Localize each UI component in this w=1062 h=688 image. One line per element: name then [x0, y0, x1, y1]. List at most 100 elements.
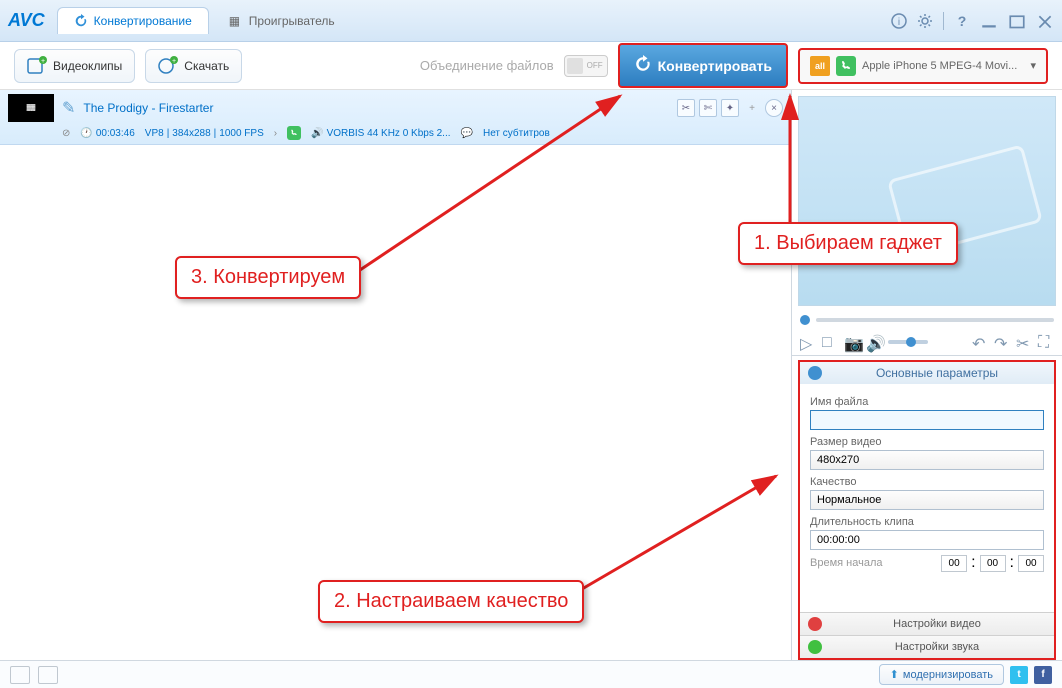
start-time-label: Время начала	[810, 557, 937, 569]
checkmark-icon: ⊘	[62, 128, 70, 139]
download-button[interactable]: + Скачать	[145, 49, 242, 83]
edit-icon[interactable]: ✎	[62, 98, 75, 118]
up-arrow-icon: ⬆	[890, 668, 899, 681]
size-select[interactable]: 480x270	[810, 450, 1044, 470]
upgrade-label: модернизировать	[903, 669, 993, 681]
list-icon[interactable]	[38, 666, 58, 684]
merge-label: Объединение файлов	[420, 58, 554, 73]
video-settings-icon	[808, 617, 822, 631]
maximize-button[interactable]	[1008, 14, 1026, 28]
phone-icon	[836, 56, 856, 76]
bottombar: ⬆ модернизировать t f	[0, 660, 1062, 688]
chevron-right-icon: ›	[274, 128, 277, 139]
volume-slider[interactable]	[888, 340, 928, 344]
rotate-right-icon[interactable]: ↷	[994, 334, 1010, 350]
quality-label: Качество	[810, 476, 1044, 488]
toolbar: + Видеоклипы + Скачать Объединение файло…	[0, 42, 1062, 90]
file-thumbnail: ▓▓	[8, 94, 54, 122]
callout-3: 3. Конвертируем	[175, 256, 361, 299]
videoclips-label: Видеоклипы	[53, 59, 122, 73]
audio-settings-row[interactable]: Настройки звука	[800, 635, 1054, 658]
playlist-icon[interactable]	[10, 666, 30, 684]
duration-label: Длительность клипа	[810, 516, 1044, 528]
film-plus-icon: +	[27, 56, 47, 76]
video-settings-label: Настройки видео	[828, 618, 1046, 630]
stop-icon[interactable]: □	[822, 334, 838, 350]
quality-select[interactable]: Нормальное	[810, 490, 1044, 510]
remove-icon[interactable]: ×	[765, 99, 783, 117]
audio-info: VORBIS 44 KHz 0 Kbps 2...	[327, 128, 451, 139]
add-icon[interactable]: +	[743, 99, 761, 117]
speech-icon: 💬	[461, 128, 473, 139]
cut-icon[interactable]: ✄	[699, 99, 717, 117]
slider-track[interactable]	[816, 318, 1054, 322]
globe-icon	[808, 366, 822, 380]
tab-player[interactable]: ▦ Проигрыватель	[213, 8, 351, 34]
convert-label: Конвертировать	[658, 58, 772, 74]
refresh-icon	[634, 55, 652, 76]
camera-icon[interactable]: 📷	[844, 334, 860, 350]
output-profile-selector[interactable]: all Apple iPhone 5 MPEG-4 Movi... ▾	[798, 48, 1048, 84]
file-row[interactable]: ▓▓ ✎ The Prodigy - Firestarter ✂ ✄ ✦ + ×…	[0, 90, 791, 145]
crop-icon[interactable]: ✂	[677, 99, 695, 117]
add-videoclips-button[interactable]: + Видеоклипы	[14, 49, 135, 83]
tab-convert-label: Конвертирование	[94, 14, 192, 28]
app-logo: AVC	[8, 10, 45, 31]
rotate-left-icon[interactable]: ↶	[972, 334, 988, 350]
upgrade-button[interactable]: ⬆ модернизировать	[879, 664, 1004, 685]
slider-handle[interactable]	[800, 315, 810, 325]
start-ss[interactable]	[1018, 555, 1044, 572]
video-resolution: 384x288	[172, 128, 210, 139]
effects-icon[interactable]: ✦	[721, 99, 739, 117]
volume-icon[interactable]: 🔊	[866, 334, 882, 350]
duration-input[interactable]	[810, 530, 1044, 550]
video-fps: 1000 FPS	[219, 128, 263, 139]
phone-icon	[287, 126, 301, 140]
params-title: Основные параметры	[828, 366, 1046, 380]
file-title: The Prodigy - Firestarter	[83, 101, 669, 115]
tab-player-label: Проигрыватель	[249, 14, 335, 28]
tab-convert[interactable]: Конвертирование	[57, 7, 209, 34]
film-icon: ▦	[229, 14, 243, 28]
subtitles-info: Нет субтитров	[483, 128, 550, 139]
video-codec: VP8	[145, 128, 164, 139]
preview-slider[interactable]	[792, 312, 1062, 328]
gear-icon[interactable]	[917, 13, 933, 29]
file-list-panel: ▓▓ ✎ The Prodigy - Firestarter ✂ ✄ ✦ + ×…	[0, 90, 792, 660]
clock-icon: 🕐	[80, 128, 92, 139]
info-icon[interactable]: i	[891, 13, 907, 29]
svg-text:?: ?	[958, 13, 967, 29]
convert-button[interactable]: Конвертировать	[618, 43, 788, 88]
merge-toggle[interactable]: OFF	[564, 55, 608, 77]
filename-input[interactable]	[810, 410, 1044, 430]
filename-label: Имя файла	[810, 396, 1044, 408]
scissors-icon[interactable]: ✂	[1016, 334, 1032, 350]
start-hh[interactable]	[941, 555, 967, 572]
play-icon[interactable]: ▷	[800, 334, 816, 350]
minimize-button[interactable]	[980, 14, 998, 28]
expand-icon[interactable]: ⛶	[1038, 334, 1054, 350]
facebook-icon[interactable]: f	[1034, 666, 1052, 684]
profile-label: Apple iPhone 5 MPEG-4 Movi...	[862, 60, 1024, 72]
player-controls: ▷ □ 📷 🔊 ↶ ↷ ✂ ⛶	[792, 328, 1062, 356]
start-mm[interactable]	[980, 555, 1006, 572]
audio-settings-label: Настройки звука	[828, 641, 1046, 653]
help-icon[interactable]: ?	[954, 13, 970, 29]
callout-2: 2. Настраиваем качество	[318, 580, 584, 623]
preview-area	[798, 96, 1056, 306]
close-button[interactable]	[1036, 14, 1054, 28]
file-duration: 00:03:46	[96, 128, 135, 139]
callout-1: 1. Выбираем гаджет	[738, 222, 958, 265]
download-label: Скачать	[184, 59, 229, 73]
svg-text:+: +	[41, 58, 45, 65]
twitter-icon[interactable]: t	[1010, 666, 1028, 684]
video-settings-row[interactable]: Настройки видео	[800, 612, 1054, 635]
chevron-down-icon: ▾	[1030, 59, 1036, 72]
globe-plus-icon: +	[158, 56, 178, 76]
svg-text:+: +	[172, 58, 176, 65]
main-area: ▓▓ ✎ The Prodigy - Firestarter ✂ ✄ ✦ + ×…	[0, 90, 1062, 660]
speaker-icon: 🔊	[311, 128, 323, 139]
audio-settings-icon	[808, 640, 822, 654]
size-label: Размер видео	[810, 436, 1044, 448]
all-badge: all	[810, 56, 830, 76]
